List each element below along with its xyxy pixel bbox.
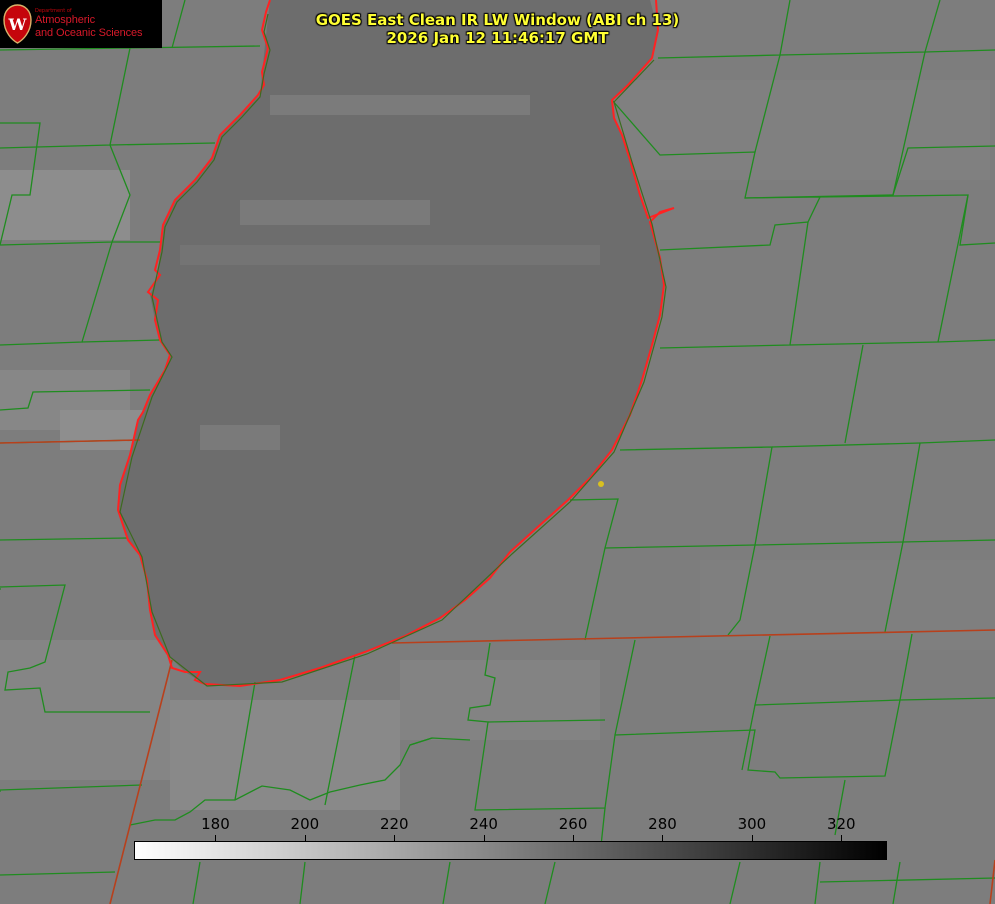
colorbar-tick-label: 320 [826, 815, 856, 833]
colorbar-tick-label: 280 [648, 815, 677, 833]
title-timestamp: 2026 Jan 12 11:46:17 GMT [386, 29, 609, 47]
colorbar-tick-label: 240 [469, 815, 498, 833]
satellite-image-viewer: W Department of Atmospheric and Oceanic … [0, 0, 995, 904]
location-marker [598, 481, 604, 487]
colorbar-tick-label: 260 [558, 815, 588, 833]
colorbar-tick-label: 300 [737, 815, 767, 833]
temperature-colorbar [134, 841, 887, 860]
satellite-map [0, 0, 995, 904]
colorbar-tick-label: 220 [379, 815, 409, 833]
image-title: GOES East Clean IR LW Window (ABI ch 13)… [0, 11, 995, 47]
colorbar-tick-label: 180 [201, 815, 230, 833]
title-product: GOES East Clean IR LW Window (ABI ch 13) [315, 11, 680, 29]
colorbar-tick-label: 200 [290, 815, 320, 833]
